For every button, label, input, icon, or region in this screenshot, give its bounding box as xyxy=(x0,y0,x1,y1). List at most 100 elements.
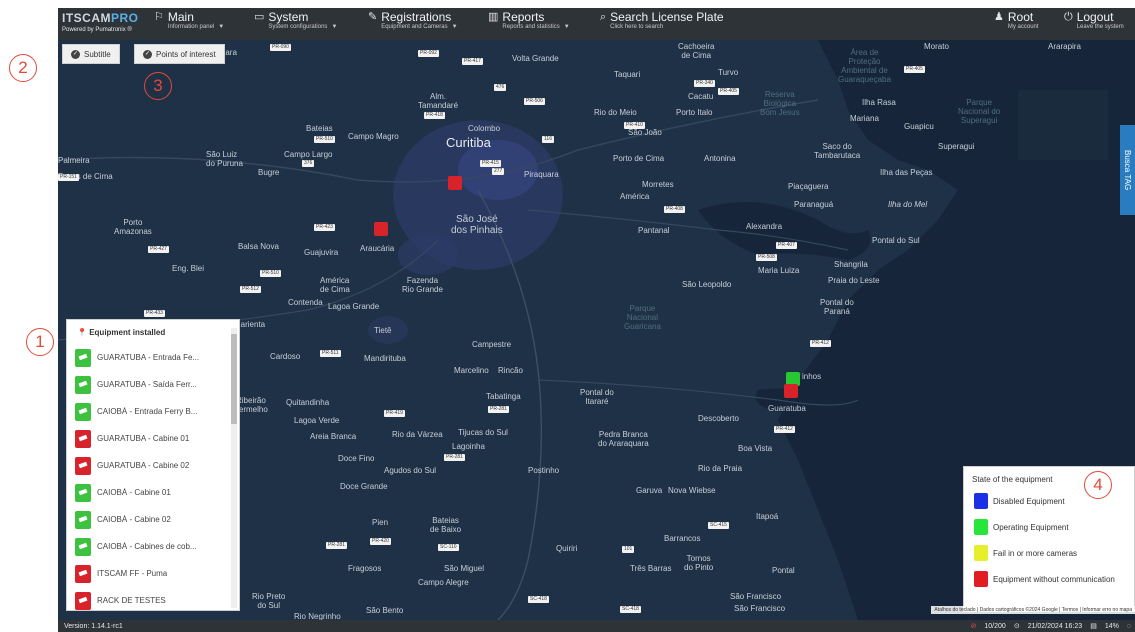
place-label-curitiba: Curitiba xyxy=(446,135,491,150)
place-label: Mandirituba xyxy=(364,354,406,363)
place-label: Porto de Cima xyxy=(613,154,665,163)
place-label: Nova Wiebse xyxy=(668,486,716,495)
equipment-marker[interactable] xyxy=(784,384,798,398)
place-label: Tornos do Pinto xyxy=(684,554,714,572)
place-label: São João xyxy=(628,128,662,137)
place-label: Guapicu xyxy=(904,122,934,131)
scrollbar[interactable] xyxy=(231,328,237,608)
list-item[interactable]: ITSCAM FF - Puma xyxy=(75,560,225,587)
status-swatch-icon xyxy=(974,545,988,561)
legend-item: Disabled Equipment xyxy=(974,493,1065,509)
place-label: Três Barras xyxy=(630,564,672,573)
place-label: Pien xyxy=(372,518,389,527)
map-view[interactable]: Taquara Alm. Tamandaré Colombo Campo Mag… xyxy=(58,40,1135,620)
road-shield: PR-151 xyxy=(58,174,79,181)
road-shield: PR-510 xyxy=(260,270,281,277)
nav-main[interactable]: ⚐ Main Information panel ▼ xyxy=(154,11,224,31)
place-label: São Bento xyxy=(366,606,404,615)
place-label: Bateias xyxy=(306,124,333,133)
alert-icon[interactable]: ⊘ xyxy=(971,622,977,630)
road-shield: PR-408 xyxy=(664,206,685,213)
place-label: Pantanal xyxy=(638,226,670,235)
road-shield: PR-427 xyxy=(148,246,169,253)
user-icon: ♟ xyxy=(994,11,1004,23)
place-label: Descoberto xyxy=(698,414,739,423)
equipment-marker[interactable] xyxy=(448,176,462,190)
place-label: Turvo xyxy=(718,68,739,77)
place-label: Rio da Praia xyxy=(698,464,743,473)
place-label: Morretes xyxy=(642,180,674,189)
top-navigation: ITSCAMPRO Powered by Pumatronix ® ⚐ Main… xyxy=(58,8,1135,40)
list-item[interactable]: RACK DE TESTES xyxy=(75,587,225,610)
status-swatch-icon xyxy=(974,571,988,587)
nav-account[interactable]: ♟ Root My account xyxy=(994,11,1039,31)
place-label: São José dos Pinhais xyxy=(451,214,503,236)
place-label: Contenda xyxy=(288,298,323,307)
list-item[interactable]: CAIOBÁ - Entrada Ferry B... xyxy=(75,398,225,425)
flag-icon: ⚐ xyxy=(154,11,164,23)
subtitle-toggle-button[interactable]: ✓ Subtitle xyxy=(62,44,120,64)
camera-status-icon xyxy=(75,591,91,610)
equipment-marker[interactable] xyxy=(374,222,388,236)
camera-status-icon xyxy=(75,456,91,475)
search-icon: ⌕ xyxy=(600,11,607,23)
road-shield: PR-412 xyxy=(810,340,831,347)
place-label: Shangrila xyxy=(834,260,868,269)
status-swatch-icon xyxy=(974,519,988,535)
place-label: inhos xyxy=(802,372,822,381)
road-shield: PR-281 xyxy=(444,454,465,461)
place-label: Quiriri xyxy=(556,544,578,553)
road-shield: PR-508 xyxy=(756,254,777,261)
road-shield: PR-511 xyxy=(320,350,341,357)
nav-registrations[interactable]: ✎ Registrations Equipment and Cameras ▼ xyxy=(368,11,458,31)
list-item[interactable]: CAIOBÁ - Cabines de cob... xyxy=(75,533,225,560)
list-item[interactable]: GUARATUBA - Cabine 02 xyxy=(75,452,225,479)
busca-tag-button[interactable]: Busca TAG xyxy=(1120,125,1135,215)
place-label: Guajuvira xyxy=(304,248,339,257)
place-label: Volta Grande xyxy=(512,54,559,63)
list-item[interactable]: GUARATUBA - Entrada Fe... xyxy=(75,344,225,371)
place-label: Doce Grande xyxy=(340,482,388,491)
road-shield: PR-420 xyxy=(370,538,391,545)
place-label: Pontal do Itararé xyxy=(580,388,614,406)
annotation-3: 3 xyxy=(144,72,172,100)
equipment-list: GUARATUBA - Entrada Fe... GUARATUBA - Sa… xyxy=(75,344,225,610)
check-circle-icon: ✓ xyxy=(143,49,152,59)
place-label: Campestre xyxy=(472,340,512,349)
road-shield: PR-407 xyxy=(776,242,797,249)
road-shield: PR-412 xyxy=(774,426,795,433)
caret-down-icon: ▼ xyxy=(451,24,458,30)
place-label: Barrancos xyxy=(664,534,701,543)
place-label: Tijucas do Sul xyxy=(458,428,508,437)
place-label: São Francisco xyxy=(734,604,786,613)
place-label: Rincão xyxy=(498,366,523,375)
app-window: ITSCAMPRO Powered by Pumatronix ® ⚐ Main… xyxy=(58,8,1135,632)
list-item[interactable]: GUARATUBA - Cabine 01 xyxy=(75,425,225,452)
place-label: Araucária xyxy=(360,244,395,253)
place-label: Marcelino xyxy=(454,366,489,375)
brand-logo[interactable]: ITSCAMPRO Powered by Pumatronix ® xyxy=(62,11,142,33)
road-shield: SC-110 xyxy=(438,544,459,551)
nav-logout[interactable]: ⏻ Logout Leave the system xyxy=(1064,11,1124,31)
scrollbar-thumb[interactable] xyxy=(231,334,237,424)
place-label: Fazenda Rio Grande xyxy=(402,276,443,294)
place-label: Rio do Meio xyxy=(594,108,637,117)
list-item[interactable]: GUARATUBA - Saída Ferr... xyxy=(75,371,225,398)
road-shield: PR-510 xyxy=(314,136,335,143)
place-label: Campo Alegre xyxy=(418,578,469,587)
chat-icon[interactable]: ◌ xyxy=(1127,623,1131,630)
place-label: Alexandra xyxy=(746,222,783,231)
camera-status-icon xyxy=(75,537,91,556)
nav-system[interactable]: ▭ System System configurations ▼ xyxy=(254,11,337,31)
list-item[interactable]: CAIOBÁ - Cabine 01 xyxy=(75,479,225,506)
list-item[interactable]: CAIOBÁ - Cabine 02 xyxy=(75,506,225,533)
nav-reports[interactable]: ▥ Reports Reports and statistics ▼ xyxy=(488,11,570,31)
nav-search-license-plate[interactable]: ⌕ Search License Plate Click here to sear… xyxy=(600,11,724,31)
place-label: São Leopoldo xyxy=(682,280,732,289)
place-label: Agudos do Sul xyxy=(384,466,437,475)
place-label: Morato xyxy=(924,42,949,51)
road-shield: 476 xyxy=(494,84,507,91)
place-label: Colombo xyxy=(468,124,501,133)
points-of-interest-toggle-button[interactable]: ✓ Points of interest xyxy=(134,44,225,64)
map-attribution[interactable]: Atalhos do teclado | Dados cartográficos… xyxy=(931,606,1135,614)
